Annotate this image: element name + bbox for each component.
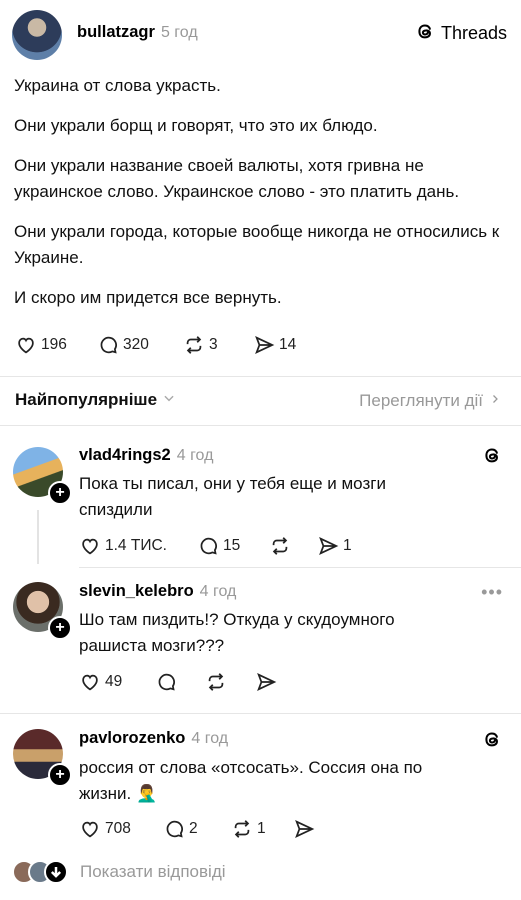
threads-label: Threads — [440, 23, 507, 43]
post-paragraph: Они украли города, которые вообще никогд… — [14, 222, 500, 267]
share-icon — [255, 671, 277, 693]
comment-icon — [97, 334, 119, 356]
post-actions: 196 320 3 14 — [15, 334, 296, 356]
reply-actions: 708 2 1 — [79, 818, 319, 840]
username[interactable]: bullatzagr — [77, 23, 155, 41]
post-paragraph: Украина от слова украсть. — [14, 76, 221, 95]
like-count: 49 — [105, 673, 123, 690]
share-button[interactable] — [255, 671, 281, 693]
divider — [0, 713, 521, 714]
share-count: 14 — [279, 336, 297, 353]
chevron-down-icon — [44, 860, 68, 884]
comment-icon — [155, 671, 177, 693]
comment-count: 320 — [123, 336, 149, 353]
post-body: Украина от слова украсть. Они украли бор… — [14, 73, 509, 325]
heart-icon — [79, 671, 101, 693]
thread-line — [37, 510, 39, 564]
repost-count: 3 — [209, 336, 218, 353]
post-paragraph: И скоро им придется все вернуть. — [14, 288, 282, 307]
reply-actions: 1.4 ТИС. 15 1 — [79, 535, 352, 557]
reply-text: Шо там пиздить!? Откуда у скудоумного ра… — [79, 610, 395, 655]
reply-text: Пока ты писал, они у тебя еще и мозги сп… — [79, 474, 386, 519]
reply-header: vlad4rings2 4 год — [79, 446, 213, 465]
threads-logo-icon[interactable] — [481, 444, 503, 471]
heart-icon — [79, 535, 101, 557]
repost-button[interactable] — [269, 535, 317, 557]
sort-dropdown[interactable]: Найпопулярніше — [15, 390, 176, 410]
like-button[interactable]: 196 — [15, 334, 97, 356]
timestamp: 4 год — [176, 447, 214, 464]
chevron-down-icon — [162, 391, 176, 410]
sort-label: Найпопулярніше — [15, 390, 158, 409]
username[interactable]: slevin_kelebro — [79, 582, 194, 600]
repost-icon — [205, 671, 227, 693]
repost-button[interactable]: 3 — [183, 334, 253, 356]
timestamp: 4 год — [199, 583, 237, 600]
share-icon — [293, 818, 315, 840]
comment-button[interactable]: 320 — [97, 334, 183, 356]
repost-icon — [231, 818, 253, 840]
post-paragraph: Они украли название своей валюты, хотя г… — [14, 156, 460, 201]
timestamp: 5 год — [160, 24, 198, 41]
more-icon[interactable]: ••• — [481, 582, 503, 603]
comment-button[interactable]: 15 — [197, 535, 269, 557]
chevron-right-icon — [489, 391, 501, 411]
post-header: bullatzagr 5 год — [77, 23, 198, 42]
repost-button[interactable] — [205, 671, 255, 693]
timestamp: 4 год — [191, 730, 229, 747]
share-icon — [253, 334, 275, 356]
share-icon — [317, 535, 339, 557]
like-button[interactable]: 1.4 ТИС. — [79, 535, 197, 557]
divider — [79, 567, 521, 568]
divider — [0, 376, 521, 377]
repost-icon — [183, 334, 205, 356]
reply-header: slevin_kelebro 4 год — [79, 582, 236, 601]
username[interactable]: vlad4rings2 — [79, 446, 171, 464]
comment-button[interactable]: 2 — [163, 818, 231, 840]
follow-plus-icon[interactable]: + — [48, 481, 72, 505]
repost-count: 1 — [257, 820, 266, 837]
repost-button[interactable]: 1 — [231, 818, 293, 840]
like-button[interactable]: 708 — [79, 818, 163, 840]
like-button[interactable]: 49 — [79, 671, 155, 693]
share-button[interactable]: 14 — [253, 334, 296, 356]
heart-icon — [79, 818, 101, 840]
like-count: 708 — [105, 820, 131, 837]
threads-logo-icon[interactable] — [481, 728, 503, 755]
reply-text: россия от слова «отсосать». Соссия она п… — [79, 758, 423, 803]
reply-header: pavlorozenko 4 год — [79, 729, 228, 748]
comment-count: 2 — [189, 820, 198, 837]
heart-icon — [15, 334, 37, 356]
view-activity-label: Переглянути дії — [359, 391, 483, 410]
post-paragraph: Они украли борщ и говорят, что это их бл… — [14, 116, 378, 135]
show-replies-label: Показати відповіді — [80, 862, 226, 881]
comment-icon — [163, 818, 185, 840]
show-replies-row[interactable]: Показати відповіді — [12, 860, 226, 884]
share-button[interactable] — [293, 818, 319, 840]
repost-icon — [269, 535, 291, 557]
share-button[interactable]: 1 — [317, 535, 352, 557]
username[interactable]: pavlorozenko — [79, 729, 185, 747]
like-count: 1.4 ТИС. — [105, 537, 167, 554]
threads-logo-icon — [414, 20, 436, 47]
comment-button[interactable] — [155, 671, 205, 693]
view-activity-link[interactable]: Переглянути дії — [359, 391, 501, 411]
follow-plus-icon[interactable]: + — [48, 616, 72, 640]
comment-icon — [197, 535, 219, 557]
threads-brand[interactable]: Threads — [414, 20, 507, 47]
comment-count: 15 — [223, 537, 241, 554]
share-count: 1 — [343, 537, 352, 554]
like-count: 196 — [41, 336, 67, 353]
follow-plus-icon[interactable]: + — [48, 763, 72, 787]
divider — [0, 425, 521, 426]
reply-actions: 49 — [79, 671, 281, 693]
avatar[interactable] — [12, 10, 62, 60]
